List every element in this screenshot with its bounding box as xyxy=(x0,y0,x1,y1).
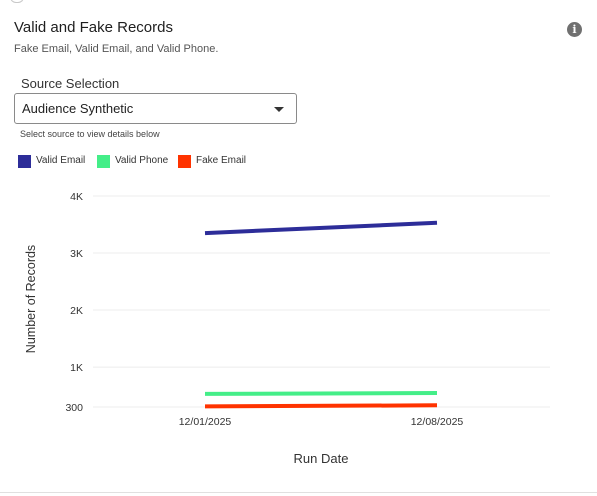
y-tick-label: 300 xyxy=(65,402,83,414)
series-line-fake-email[interactable] xyxy=(204,403,438,409)
source-select-value: Audience Synthetic xyxy=(22,101,134,116)
info-icon[interactable]: i xyxy=(567,22,582,37)
y-tick-labels: 300 1K 2K 3K 4K xyxy=(65,191,83,414)
x-axis-label: Run Date xyxy=(294,451,349,466)
bottom-divider xyxy=(0,492,597,493)
line-chart: 300 1K 2K 3K 4K 12/01/2025 12/08/2025 Number … xyxy=(24,191,550,466)
x-tick-label: 12/08/2025 xyxy=(411,416,464,428)
series-line-valid-phone[interactable] xyxy=(204,391,438,396)
top-edge-mark xyxy=(10,0,24,3)
y-axis-label: Number of Records xyxy=(24,245,38,353)
series-lines xyxy=(204,220,438,409)
legend-label: Valid Email xyxy=(36,155,86,166)
series-line-valid-email[interactable] xyxy=(204,220,438,236)
card-subtitle: Fake Email, Valid Email, and Valid Phone… xyxy=(14,43,219,55)
legend-label: Fake Email xyxy=(196,155,247,166)
x-tick-labels: 12/01/2025 12/08/2025 xyxy=(179,416,464,428)
source-selection-label: Source Selection xyxy=(21,76,120,91)
legend-swatch xyxy=(18,155,31,168)
y-tick-label: 4K xyxy=(70,191,83,203)
y-tick-label: 3K xyxy=(70,248,83,260)
legend-swatch xyxy=(97,155,110,168)
legend-label: Valid Phone xyxy=(115,155,169,166)
y-tick-label: 2K xyxy=(70,305,83,317)
records-card: Valid and Fake Records Fake Email, Valid… xyxy=(0,0,597,496)
card-title: Valid and Fake Records xyxy=(14,19,173,36)
y-tick-label: 1K xyxy=(70,362,83,374)
legend-swatch xyxy=(178,155,191,168)
source-select[interactable]: Audience Synthetic xyxy=(14,93,297,124)
x-tick-label: 12/01/2025 xyxy=(179,416,232,428)
caret-down-icon xyxy=(274,107,284,112)
source-helper-text: Select source to view details below xyxy=(20,129,160,139)
